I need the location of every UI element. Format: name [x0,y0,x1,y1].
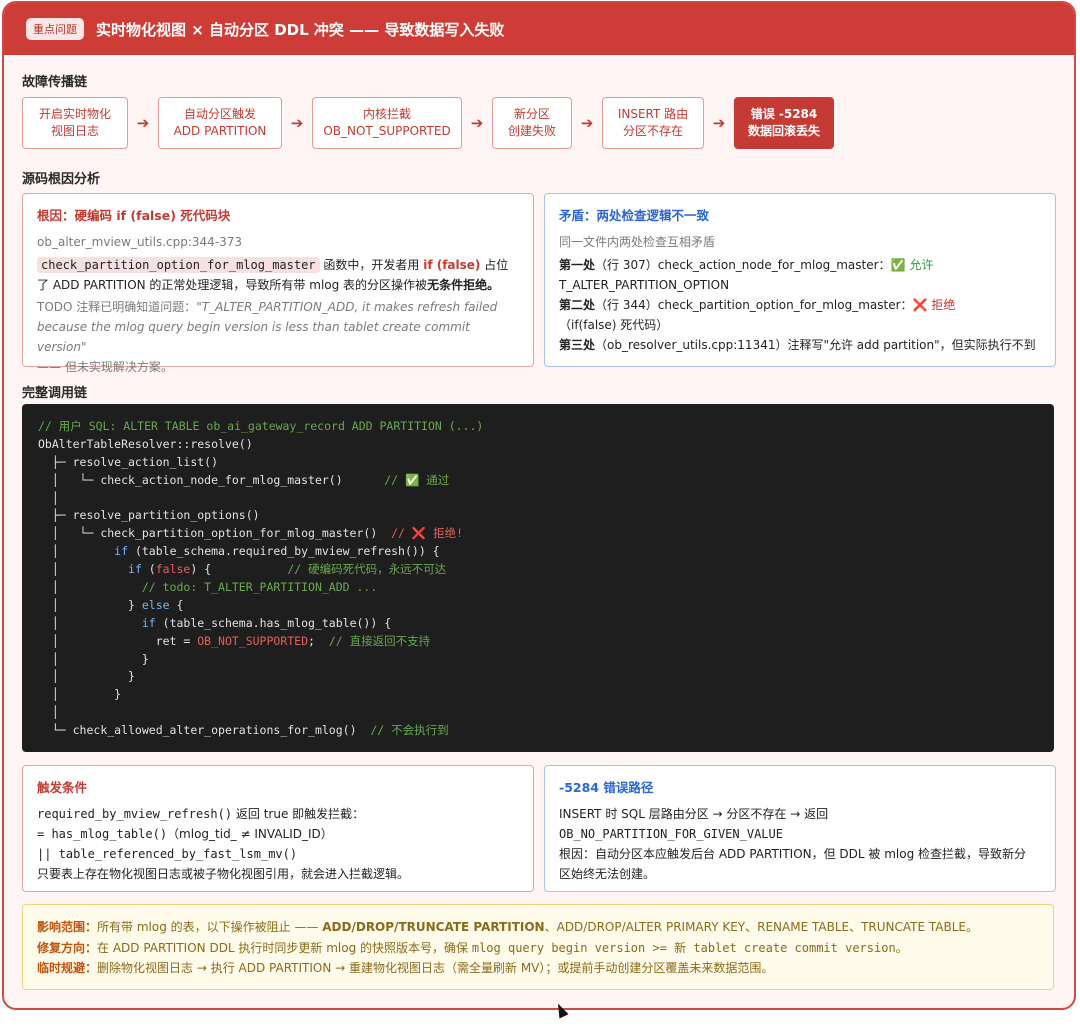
card-title: 实时物化视图 × 自动分区 DDL 冲突 —— 导致数据写入失败 [96,20,505,39]
impact-fix: 修复方向：在 ADD PARTITION DDL 执行时同步更新 mlog 的快… [37,940,908,955]
trigger-line2: = has_mlog_table()（mlog_tid_ ≠ INVALID_I… [37,827,333,841]
root-cause-box: 根因：硬编码 if (false) 死代码块 ob_alter_mview_ut… [22,193,534,374]
chain-node-error: 错误 -5284 数据回滚丢失 [734,97,834,149]
error-path-title: -5284 错误路径 [559,780,654,795]
cross-icon: ❌ [912,298,928,312]
error-path-line3: 根因：自动分区本应触发后台 ADD PARTITION，但 DDL 被 mlog… [559,847,1027,861]
chain-node-5: INSERT 路由 分区不存在 [602,97,704,149]
impact-workaround: 临时规避：删除物化视图日志 → 执行 ADD PARTITION → 重建物化视… [37,961,774,975]
root-cause-file: ob_alter_mview_utils.cpp:344-373 [37,235,243,249]
arrow-icon: ➔ [470,114,484,132]
conflict-point-2-cont: （if(false) 死代码） [559,318,669,332]
conflict-point-3: 第三处（ob_resolver_utils.cpp:11341）注释写"允许 a… [559,338,1036,352]
check-icon: ✅ [890,258,906,272]
trigger-line3: || table_referenced_by_fast_lsm_mv() [37,847,298,861]
chain-node-2: 自动分区触发 ADD PARTITION [158,97,282,149]
conflict-subtitle: 同一文件内两处检查互相矛盾 [559,235,716,249]
root-cause-line2: 了 ADD PARTITION 的正常处理逻辑，导致所有带 mlog 表的分区操… [37,278,500,292]
priority-badge: 重点问题 [26,18,84,40]
trigger-box: 触发条件 required_by_mview_refresh() 返回 true… [22,765,534,892]
arrow-icon: ➔ [290,114,304,132]
conflict-point-2: 第二处（行 344）check_partition_option_for_mlo… [559,298,956,312]
trigger-line4: 只要表上存在物化视图日志或被子物化视图引用，就会进入拦截逻辑。 [37,867,410,881]
root-cause-todo: TODO 注释已明确知道问题："T_ALTER_PARTITION_ADD, i… [37,300,498,374]
error-path-line1: INSERT 时 SQL 层路由分区 → 分区不存在 → 返回 [559,807,829,821]
impact-box: 影响范围：所有带 mlog 的表，以下操作被阻止 —— ADD/DROP/TRU… [22,904,1054,990]
card-header: 重点问题 实时物化视图 × 自动分区 DDL 冲突 —— 导致数据写入失败 [4,3,1074,55]
chain-node-3: 内核拦截 OB_NOT_SUPPORTED [312,97,462,149]
failure-chain: 开启实时物化 视图日志 ➔ 自动分区触发 ADD PARTITION ➔ 内核拦截 O… [22,97,834,149]
arrow-icon: ➔ [712,114,726,132]
conflict-box: 矛盾：两处检查逻辑不一致 同一文件内两处检查互相矛盾 第一处（行 307）che… [544,193,1056,367]
root-section-title: 源码根因分析 [22,172,101,187]
root-cause-line1: check_partition_option_for_mlog_master 函… [37,255,519,275]
arrow-icon: ➔ [580,114,594,132]
root-cause-title: 根因：硬编码 if (false) 死代码块 [37,208,231,223]
trigger-line1: required_by_mview_refresh() 返回 true 即触发拦… [37,807,365,821]
trigger-title: 触发条件 [37,780,88,795]
arrow-icon: ➔ [136,114,150,132]
conflict-point-1-cont: T_ALTER_PARTITION_OPTION [559,278,730,292]
error-path-box: -5284 错误路径 INSERT 时 SQL 层路由分区 → 分区不存在 → … [544,765,1056,892]
callchain-title: 完整调用链 [22,386,88,401]
chain-title: 故障传播链 [22,75,88,90]
call-chain-code: // 用户 SQL: ALTER TABLE ob_ai_gateway_rec… [22,404,1054,752]
chain-node-4: 新分区 创建失败 [492,97,572,149]
conflict-point-1: 第一处（行 307）check_action_node_for_mlog_mas… [559,258,934,272]
conflict-title: 矛盾：两处检查逻辑不一致 [559,208,710,223]
impact-scope: 影响范围：所有带 mlog 的表，以下操作被阻止 —— ADD/DROP/TRU… [37,920,979,934]
error-path-line2: OB_NO_PARTITION_FOR_GIVEN_VALUE [559,827,783,841]
chain-node-1: 开启实时物化 视图日志 [22,97,128,149]
error-path-line4: 区始终无法创建。 [559,867,656,881]
